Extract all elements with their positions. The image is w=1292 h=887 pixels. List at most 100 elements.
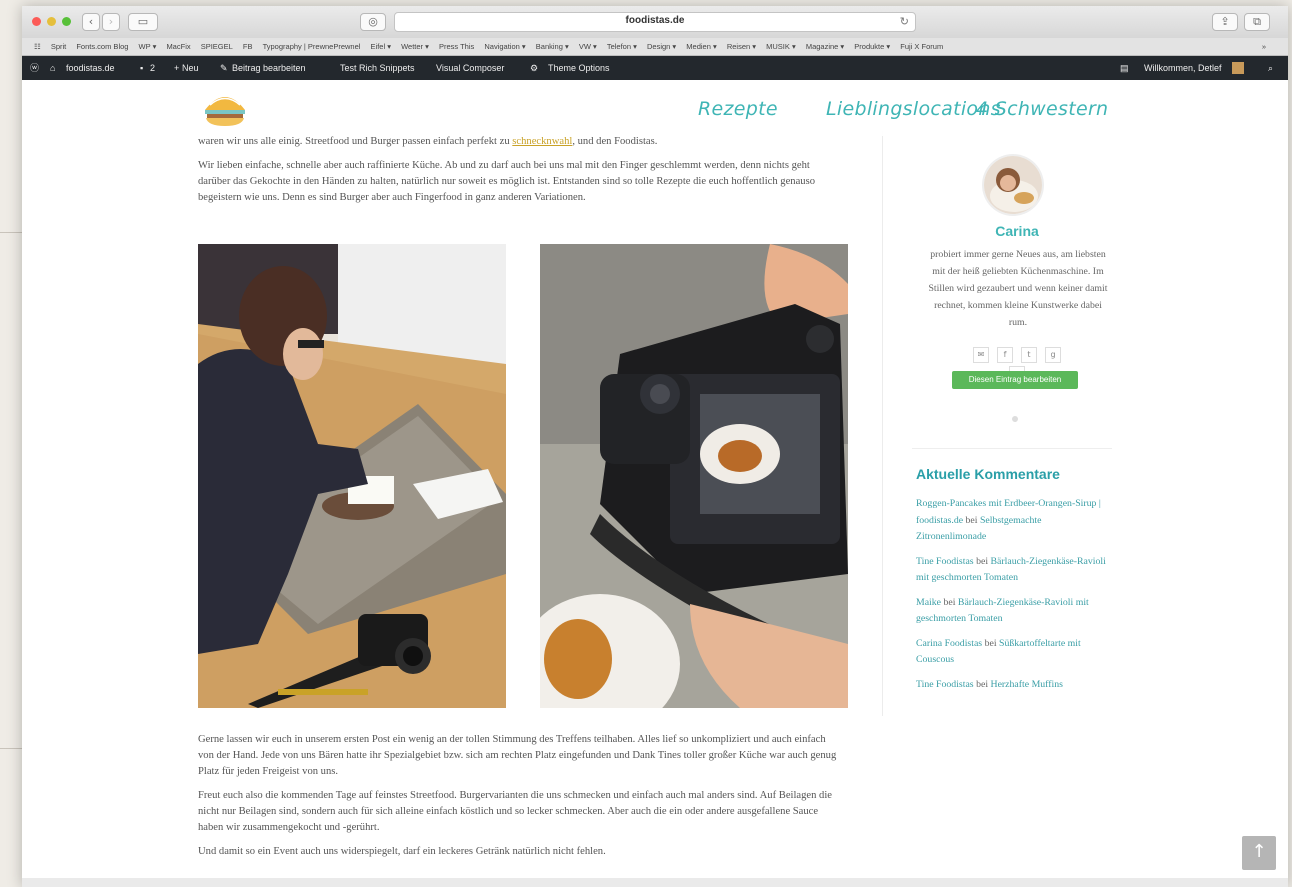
comment-connector: bei — [976, 678, 989, 690]
comment-item: Maike bei Bärlauch-Ziegenkäse-Ravioli mi… — [916, 595, 1110, 628]
edit-entry-button[interactable]: Diesen Eintrag bearbeiten — [952, 371, 1078, 389]
bookmark-item[interactable]: SPIEGEL — [201, 38, 233, 55]
comment-post-link[interactable]: Bärlauch-Ziegenkäse-Ravioli mit geschmor… — [916, 597, 1089, 625]
photo-camera-display — [540, 244, 848, 708]
bookmark-item[interactable]: Produkte ▾ — [854, 38, 890, 55]
wordpress-icon[interactable]: ⓦ — [30, 56, 39, 80]
admin-edit-link[interactable]: Beitrag bearbeiten — [232, 56, 306, 80]
admin-welcome-link[interactable]: Willkommen, Detlef — [1144, 56, 1222, 80]
comment-item: Roggen-Pancakes mit Erdbeer-Orangen-Siru… — [916, 496, 1110, 546]
article-link[interactable]: schnecknwahl — [512, 136, 572, 147]
back-button[interactable]: ‹ — [82, 13, 100, 31]
comments-count[interactable]: 2 — [150, 56, 155, 80]
bookmark-item[interactable]: MUSIK ▾ — [766, 38, 796, 55]
article-content-lower: Gerne lassen wir euch in unserem ersten … — [198, 732, 842, 868]
privacy-button[interactable]: ◎ — [360, 13, 386, 31]
close-window-button[interactable] — [32, 17, 41, 26]
browser-window: ‹ › ▭ ◎ foodistas.de ↻ ⇪ ⧉ ☷ Sprit Fonts… — [22, 6, 1288, 887]
maximize-window-button[interactable] — [62, 17, 71, 26]
chevron-left-icon: ‹ — [88, 15, 94, 28]
admin-new-link[interactable]: Neu — [182, 56, 199, 80]
content-divider — [882, 131, 883, 716]
reload-icon[interactable]: ↻ — [900, 15, 909, 28]
admin-rich-snippets-link[interactable]: Test Rich Snippets — [340, 56, 415, 80]
forward-button[interactable]: › — [102, 13, 120, 31]
bookmark-item[interactable]: Navigation ▾ — [484, 38, 525, 55]
author-avatar[interactable] — [984, 156, 1042, 214]
bookmark-item[interactable]: VW ▾ — [579, 38, 597, 55]
twitter-icon[interactable]: t — [1021, 347, 1037, 363]
email-icon[interactable]: ✉ — [973, 347, 989, 363]
article-paragraph: Wir lieben einfache, schnelle aber auch … — [198, 160, 816, 203]
sidebar-icon: ▭ — [137, 15, 149, 28]
comment-item: Carina Foodistas bei Süßkartoffeltarte m… — [916, 636, 1110, 669]
comment-author-link[interactable]: Tine Foodistas — [916, 679, 974, 690]
bookmark-item[interactable]: Press This — [439, 38, 474, 55]
admin-visual-composer-link[interactable]: Visual Composer — [436, 56, 504, 80]
share-icon: ⇪ — [1220, 15, 1230, 28]
tabs-icon: ⧉ — [1253, 15, 1261, 28]
bookmark-item[interactable]: Sprit — [51, 38, 66, 55]
tabs-button[interactable]: ⧉ — [1244, 13, 1270, 31]
paragraph-text: , und den Foodistas. — [572, 136, 658, 147]
sidebar-toggle-button[interactable]: ▭ — [128, 13, 158, 31]
article-paragraph: Gerne lassen wir euch in unserem ersten … — [198, 734, 837, 777]
search-icon[interactable]: ⌕ — [1268, 56, 1273, 80]
comment-item: Tine Foodistas bei Herzhafte Muffins — [916, 677, 1110, 694]
bookmark-item[interactable]: Wetter ▾ — [401, 38, 429, 55]
comment-post-link[interactable]: Herzhafte Muffins — [991, 679, 1063, 690]
recent-comments-list: Roggen-Pancakes mit Erdbeer-Orangen-Siru… — [916, 496, 1110, 701]
gear-icon: ⚙ — [530, 63, 539, 73]
comment-author-link[interactable]: Carina Foodistas — [916, 638, 982, 649]
burger-logo-icon — [205, 97, 245, 126]
comment-author-link[interactable]: Tine Foodistas — [916, 556, 974, 567]
bookmark-item[interactable]: Reisen ▾ — [727, 38, 756, 55]
chevron-right-icon: › — [108, 15, 114, 28]
comment-connector: bei — [976, 555, 989, 567]
admin-theme-options-link[interactable]: Theme Options — [548, 56, 610, 80]
comment-connector: bei — [965, 514, 978, 526]
bookmark-item[interactable]: Design ▾ — [647, 38, 676, 55]
comment-connector: bei — [984, 637, 997, 649]
clipboard-icon[interactable]: ▤ — [1120, 56, 1129, 80]
bookmark-item[interactable]: Medien ▾ — [686, 38, 716, 55]
slider-dot[interactable] — [1012, 416, 1018, 422]
author-name[interactable]: Carina — [912, 223, 1122, 239]
share-button[interactable]: ⇪ — [1212, 13, 1238, 31]
bookmark-item[interactable]: WP ▾ — [139, 38, 157, 55]
site-logo[interactable] — [202, 88, 248, 130]
nav-rezepte[interactable]: Rezepte — [698, 98, 778, 120]
comment-author-link[interactable]: Maike — [916, 597, 941, 608]
recent-comments-title: Aktuelle Kommentare — [916, 466, 1060, 482]
address-bar[interactable]: foodistas.de ↻ — [394, 12, 916, 32]
photo-woman-photographing — [198, 244, 506, 708]
author-bio: probiert immer gerne Neues aus, am liebs… — [928, 249, 1108, 328]
bookmark-item[interactable]: Eifel ▾ — [371, 38, 391, 55]
nav-lieblingslocations[interactable]: Lieblingslocations — [826, 98, 1001, 120]
minimize-window-button[interactable] — [47, 17, 56, 26]
bookmark-item[interactable]: Telefon ▾ — [607, 38, 637, 55]
bookmark-item[interactable]: Typography | PrewnePrewnel — [263, 38, 361, 55]
plus-icon: + — [174, 63, 180, 73]
comment-connector: bei — [943, 596, 956, 608]
shield-icon: ◎ — [368, 15, 378, 28]
bookmarks-icon[interactable]: ☷ — [34, 38, 41, 55]
more-bookmarks-button[interactable]: » — [1262, 38, 1266, 55]
bookmark-item[interactable]: MacFix — [166, 38, 190, 55]
back-to-top-button[interactable]: ↑ — [1242, 836, 1276, 870]
comment-item: Tine Foodistas bei Bärlauch-Ziegenkäse-R… — [916, 554, 1110, 587]
google-plus-icon[interactable]: g — [1045, 347, 1061, 363]
bookmark-item[interactable]: Fonts.com Blog — [76, 38, 128, 55]
admin-site-link[interactable]: foodistas.de — [66, 56, 115, 80]
facebook-icon[interactable]: f — [997, 347, 1013, 363]
article-paragraph: Und damit so ein Event auch uns widerspi… — [198, 846, 606, 857]
avatar[interactable] — [1232, 62, 1244, 74]
bookmark-item[interactable]: Banking ▾ — [536, 38, 569, 55]
bookmark-item[interactable]: Fuji X Forum — [900, 38, 943, 55]
browser-titlebar: ‹ › ▭ ◎ foodistas.de ↻ ⇪ ⧉ — [22, 6, 1288, 39]
bookmark-item[interactable]: FB — [243, 38, 253, 55]
article-paragraph: waren wir uns alle einig. Streetfood und… — [198, 134, 842, 150]
bookmark-item[interactable]: Magazine ▾ — [806, 38, 844, 55]
avatar-image — [984, 156, 1042, 214]
nav-4-schwestern[interactable]: 4 Schwestern — [976, 98, 1108, 120]
